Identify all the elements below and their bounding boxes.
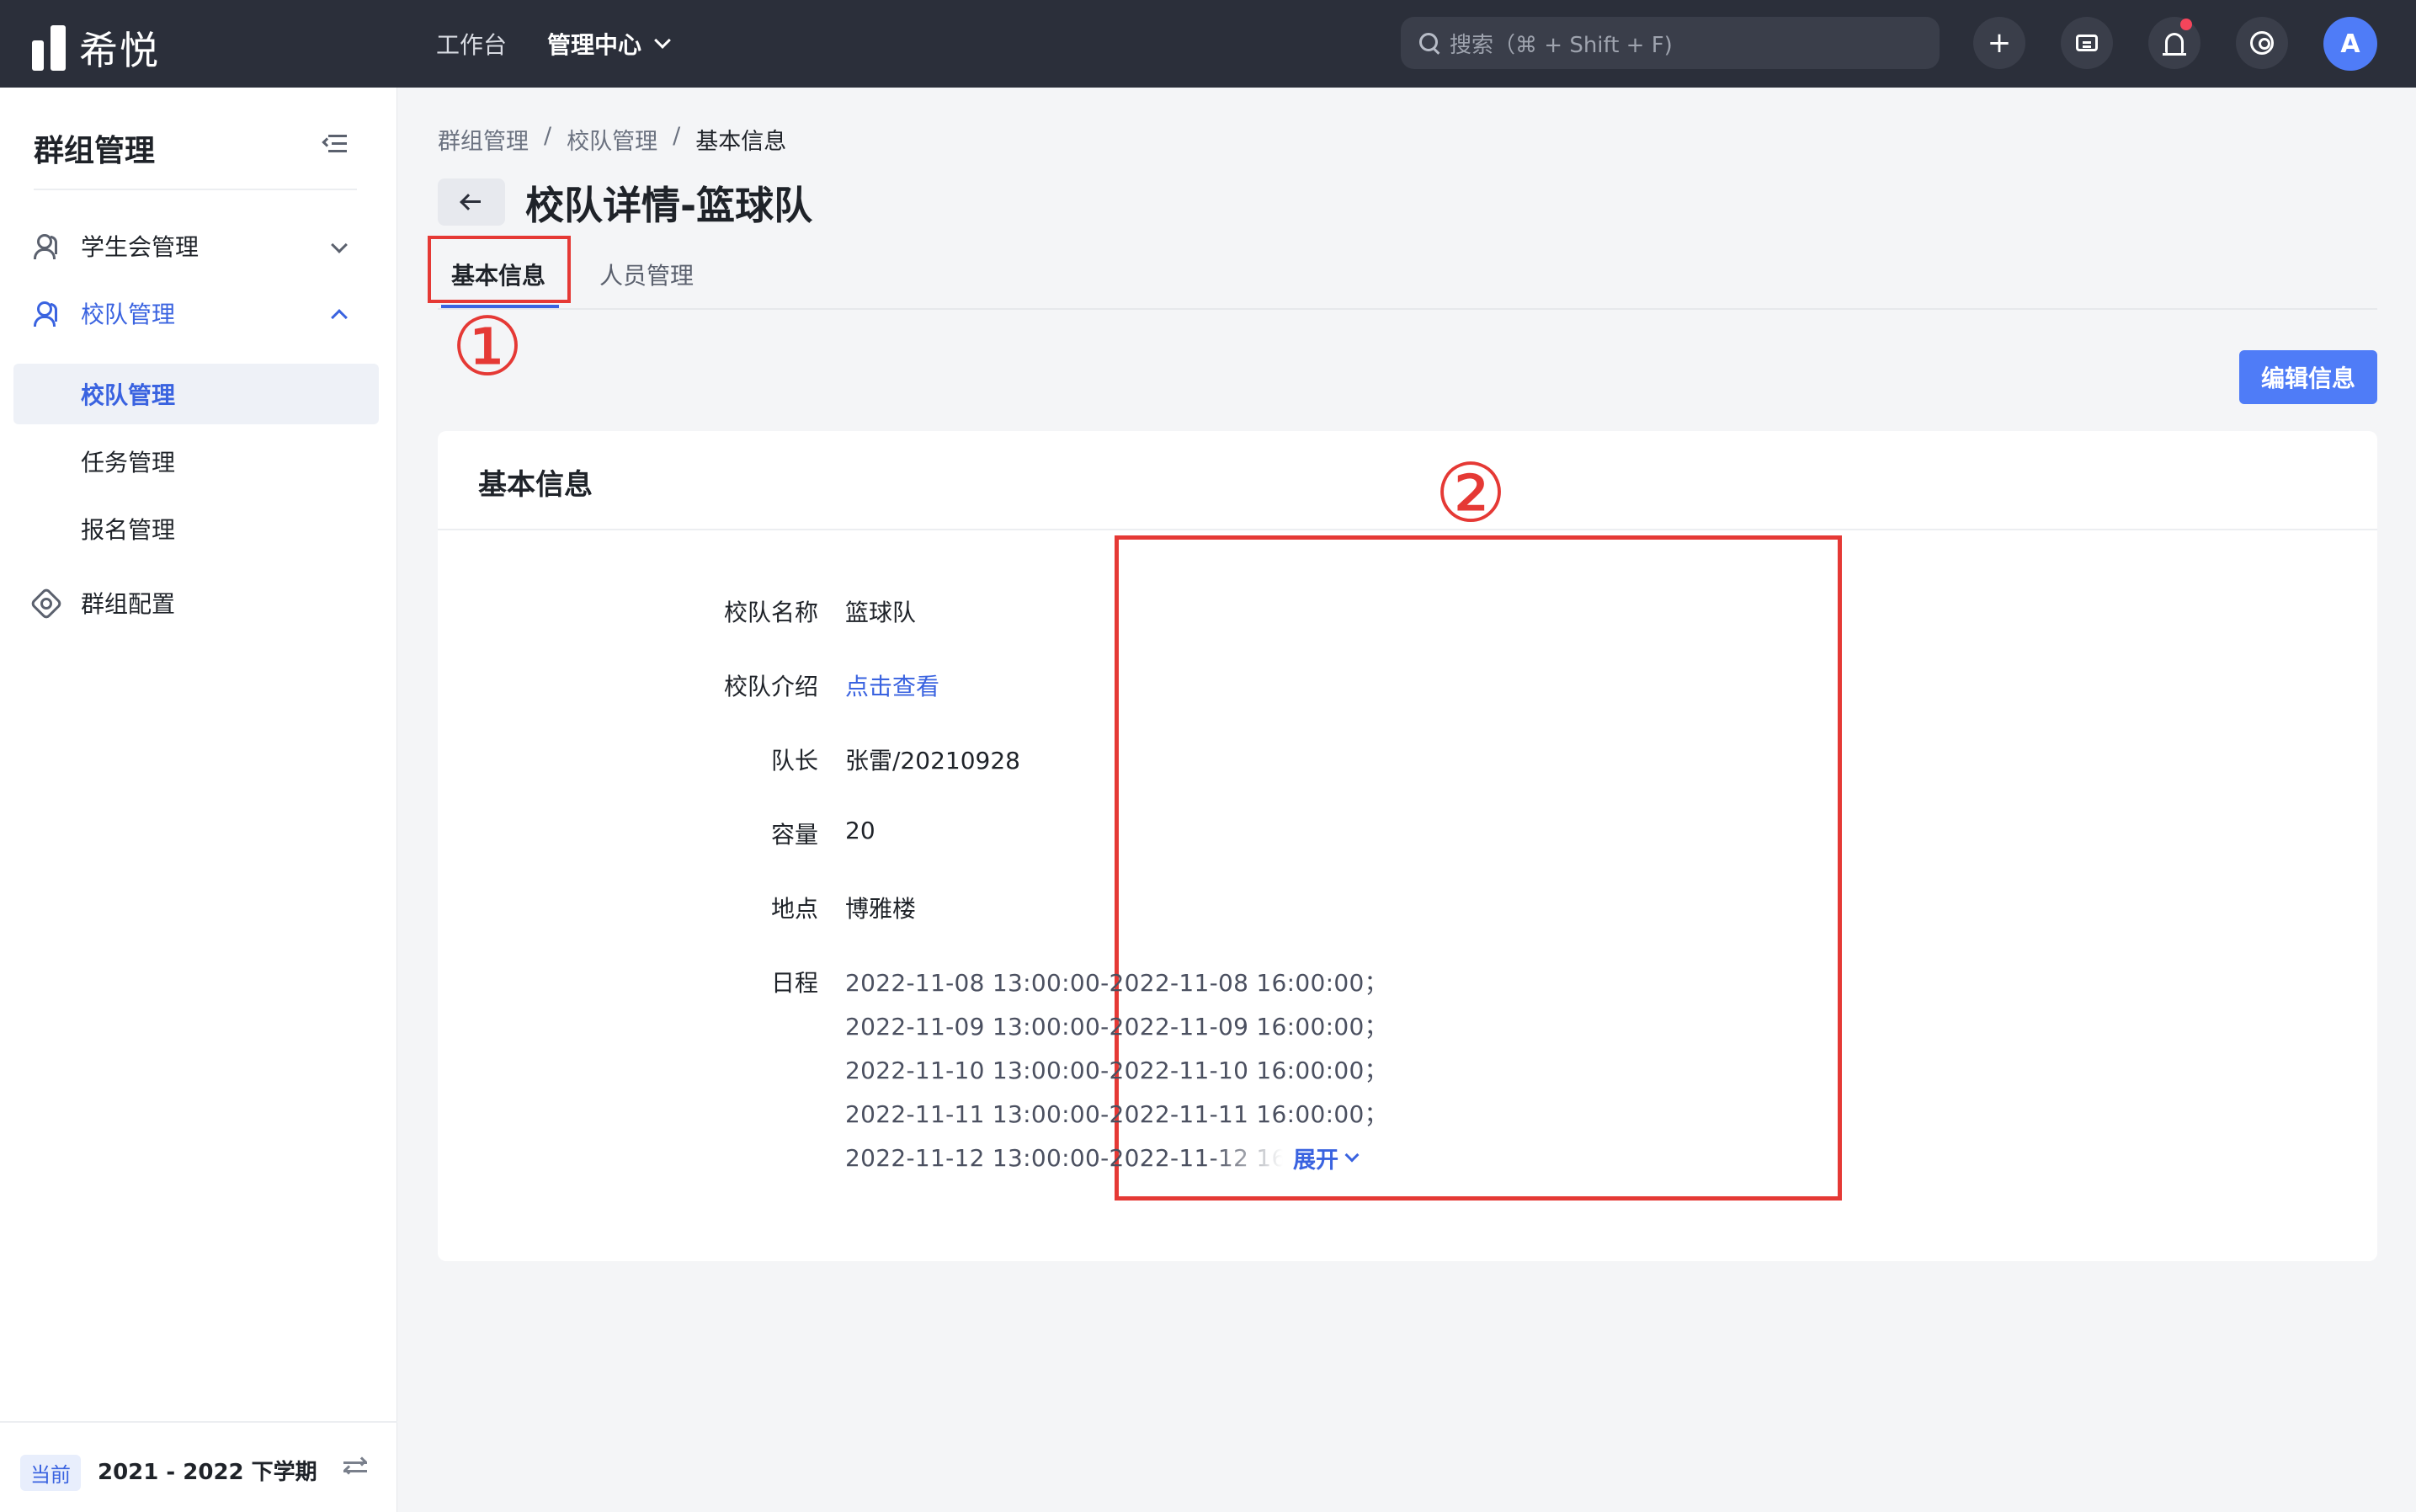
search-icon bbox=[1419, 33, 1439, 53]
plus-icon: + bbox=[1987, 26, 2012, 60]
tab-bar: 基本信息 人员管理 bbox=[438, 249, 2377, 310]
sidebar-item-group-config[interactable]: 群组配置 bbox=[0, 572, 397, 633]
chevron-down-icon bbox=[331, 237, 348, 253]
top-bar: 希悦 工作台 管理中心 搜索（⌘ + Shift + F) + A bbox=[0, 0, 2416, 88]
gear-icon bbox=[34, 591, 59, 616]
sidebar-item-label: 群组配置 bbox=[81, 590, 176, 618]
sidebar-subitem-team-management[interactable]: 校队管理 bbox=[13, 364, 379, 424]
sidebar: 群组管理 学生会管理 校队管理 校队管理 任务管理 报名管理 群组配置 当前 2… bbox=[0, 88, 397, 1512]
field-value-captain: 张雷/20210928 bbox=[845, 747, 1020, 775]
sidebar-subitem-label: 任务管理 bbox=[81, 449, 176, 476]
field-label-team-intro: 校队介绍 bbox=[723, 673, 818, 700]
help-button[interactable] bbox=[2236, 17, 2288, 69]
notifications-button[interactable] bbox=[2148, 17, 2200, 69]
term-footer: 当前 2021 - 2022 下学期 bbox=[0, 1421, 397, 1512]
card-divider bbox=[438, 529, 2377, 530]
switch-term-icon[interactable] bbox=[343, 1456, 369, 1477]
sidebar-subitem-label: 报名管理 bbox=[81, 516, 176, 544]
app-logo[interactable]: 希悦 bbox=[32, 20, 160, 76]
tab-member-management[interactable]: 人员管理 bbox=[599, 258, 694, 291]
nav-workbench[interactable]: 工作台 bbox=[436, 27, 507, 61]
chevron-down-icon bbox=[1344, 1147, 1360, 1162]
logo-mark-icon bbox=[32, 25, 66, 71]
sidebar-subitem-label: 校队管理 bbox=[81, 381, 176, 409]
bell-icon bbox=[2163, 33, 2186, 56]
search-placeholder: 搜索（⌘ + Shift + F) bbox=[1450, 32, 1673, 58]
chevron-up-icon bbox=[331, 309, 348, 326]
breadcrumb: 群组管理 / 校队管理 / 基本信息 bbox=[438, 123, 786, 156]
nav-management-center-label: 管理中心 bbox=[547, 31, 642, 59]
field-value-location: 博雅楼 bbox=[845, 895, 917, 923]
message-icon bbox=[2076, 35, 2098, 51]
global-search[interactable]: 搜索（⌘ + Shift + F) bbox=[1401, 17, 1940, 69]
schedule-line: 2022-11-12 13:00:00-2022-11-12 16:00:00； bbox=[845, 1144, 1283, 1172]
notification-dot bbox=[2180, 19, 2192, 30]
breadcrumb-item[interactable]: 校队管理 bbox=[567, 123, 657, 156]
sidebar-subitem-signup-management[interactable]: 报名管理 bbox=[13, 498, 379, 559]
nav-management-center[interactable]: 管理中心 bbox=[547, 27, 671, 61]
expand-label: 展开 bbox=[1293, 1147, 1338, 1174]
breadcrumb-separator: / bbox=[544, 123, 552, 149]
annotation-marker-1: ① bbox=[451, 300, 524, 394]
current-term-label: 2021 - 2022 下学期 bbox=[98, 1460, 317, 1485]
edit-info-button[interactable]: 编辑信息 bbox=[2239, 350, 2377, 404]
view-intro-link[interactable]: 点击查看 bbox=[845, 668, 939, 702]
annotation-marker-2: ② bbox=[1434, 446, 1508, 540]
current-term-badge: 当前 bbox=[20, 1455, 81, 1491]
avatar[interactable]: A bbox=[2323, 17, 2377, 71]
breadcrumb-current: 基本信息 bbox=[695, 129, 787, 155]
field-label-capacity: 容量 bbox=[770, 821, 818, 849]
field-value-capacity: 20 bbox=[845, 817, 875, 844]
annotation-box-1 bbox=[428, 236, 571, 303]
sidebar-item-student-union[interactable]: 学生会管理 bbox=[0, 216, 397, 276]
sidebar-item-label: 校队管理 bbox=[81, 301, 176, 328]
collapse-sidebar-icon[interactable] bbox=[322, 135, 347, 153]
schedule-line: 2022-11-09 13:00:00-2022-11-09 16:00:00； bbox=[845, 1013, 1388, 1041]
top-nav: 工作台 管理中心 bbox=[436, 0, 671, 88]
schedule-line: 2022-11-11 13:00:00-2022-11-11 16:00:00； bbox=[845, 1100, 1388, 1128]
sidebar-title: 群组管理 bbox=[34, 134, 156, 168]
schedule-line: 2022-11-08 13:00:00-2022-11-08 16:00:00； bbox=[845, 969, 1388, 997]
field-value-team-name: 篮球队 bbox=[845, 599, 917, 626]
back-button[interactable] bbox=[438, 178, 505, 226]
schedule-line: 2022-11-10 13:00:00-2022-11-10 16:00:00； bbox=[845, 1057, 1388, 1084]
logo-text: 希悦 bbox=[79, 28, 160, 73]
help-icon bbox=[2250, 31, 2274, 55]
field-label-schedule: 日程 bbox=[770, 969, 818, 997]
field-label-location: 地点 bbox=[770, 895, 818, 923]
expand-schedule-link[interactable]: 展开 bbox=[1293, 1142, 1360, 1174]
card-title: 基本信息 bbox=[478, 468, 593, 502]
chevron-down-icon bbox=[654, 32, 671, 49]
breadcrumb-separator: / bbox=[673, 123, 681, 149]
messages-button[interactable] bbox=[2061, 17, 2113, 69]
sidebar-item-label: 学生会管理 bbox=[81, 233, 200, 261]
field-label-team-name: 校队名称 bbox=[723, 599, 818, 626]
sidebar-divider bbox=[34, 189, 357, 190]
sidebar-item-team-management[interactable]: 校队管理 bbox=[0, 283, 397, 343]
create-button[interactable]: + bbox=[1973, 17, 2025, 69]
breadcrumb-item[interactable]: 群组管理 bbox=[438, 123, 529, 156]
page-title: 校队详情-篮球队 bbox=[525, 183, 813, 228]
users-icon bbox=[34, 234, 59, 259]
field-label-captain: 队长 bbox=[770, 747, 818, 775]
sidebar-subitem-task-management[interactable]: 任务管理 bbox=[13, 431, 379, 492]
users-icon bbox=[34, 301, 59, 327]
arrow-left-icon bbox=[460, 194, 482, 210]
